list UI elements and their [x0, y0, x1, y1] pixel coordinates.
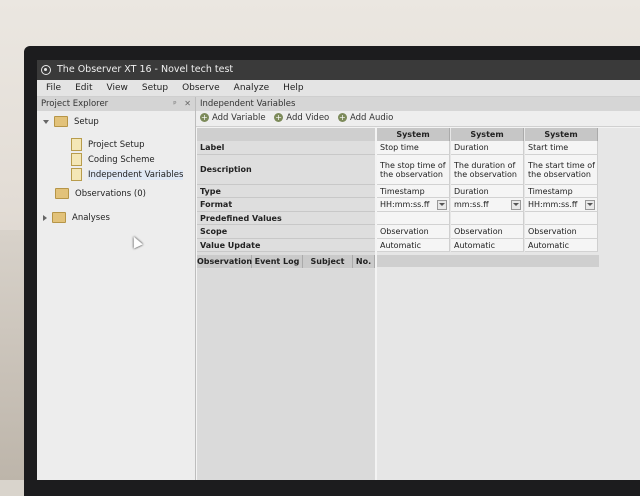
- document-icon: [71, 138, 82, 151]
- folder-icon: [55, 188, 69, 199]
- variable-header: System: [451, 128, 524, 141]
- app-eye-icon: [41, 65, 51, 75]
- add-audio-button[interactable]: Add Audio: [337, 110, 393, 126]
- variable-type-cell[interactable]: Timestamp: [525, 185, 598, 198]
- mouse-cursor-icon: [129, 234, 143, 249]
- app-window: The Observer XT 16 - Novel tech test Fil…: [37, 60, 640, 480]
- variable-predefined-cell[interactable]: [451, 212, 524, 225]
- column-no[interactable]: No.: [353, 255, 375, 268]
- variable-label-cell[interactable]: Start time: [525, 141, 598, 155]
- variable-scope-cell[interactable]: Observation: [377, 225, 450, 239]
- tree-item-coding-scheme[interactable]: Coding Scheme: [71, 153, 155, 167]
- variable-value-update-cell[interactable]: Automatic: [451, 239, 524, 252]
- property-column: Label Description Type Format Predefined…: [197, 128, 375, 480]
- variable-description-cell[interactable]: The stop time of the observation: [377, 155, 450, 185]
- property-description: Description: [197, 155, 375, 185]
- variable-format-dropdown[interactable]: mm:ss.ff: [451, 198, 524, 212]
- menu-setup[interactable]: Setup: [142, 83, 168, 93]
- property-value-update: Value Update: [197, 239, 375, 252]
- tree-item-independent-variables[interactable]: Independent Variables: [71, 168, 184, 182]
- close-icon[interactable]: ✕: [184, 99, 191, 108]
- variable-label-cell[interactable]: Duration: [451, 141, 524, 155]
- folder-icon: [52, 212, 66, 223]
- folder-icon: [54, 116, 68, 127]
- project-explorer-header: Project Explorer ᵖ ✕: [37, 97, 195, 111]
- variable-value-update-cell[interactable]: Automatic: [377, 239, 450, 252]
- variable-format-dropdown[interactable]: HH:mm:ss.ff: [377, 198, 450, 212]
- variable-column: System Duration The duration of the obse…: [451, 128, 524, 252]
- chevron-down-icon[interactable]: [437, 200, 447, 210]
- project-explorer-title: Project Explorer: [41, 99, 109, 109]
- menu-help[interactable]: Help: [283, 83, 304, 93]
- variable-type-cell[interactable]: Timestamp: [377, 185, 450, 198]
- collapse-arrow-icon[interactable]: [43, 214, 47, 221]
- property-format: Format: [197, 198, 375, 212]
- property-scope: Scope: [197, 225, 375, 239]
- variable-column: System Stop time The stop time of the ob…: [377, 128, 450, 252]
- variable-format-dropdown[interactable]: HH:mm:ss.ff: [525, 198, 598, 212]
- variable-description-cell[interactable]: The start time of the observation: [525, 155, 598, 185]
- property-type: Type: [197, 185, 375, 198]
- tree-item-project-setup[interactable]: Project Setup: [71, 138, 145, 152]
- observations-header: Observation Event Log Subject No.: [197, 255, 375, 268]
- observations-list[interactable]: [197, 269, 375, 480]
- property-label: Label: [197, 141, 375, 155]
- menu-file[interactable]: File: [46, 83, 61, 93]
- variable-header: System: [525, 128, 598, 141]
- menu-analyze[interactable]: Analyze: [234, 83, 269, 93]
- toolbar: Add Variable Add Video Add Audio: [196, 110, 640, 127]
- chevron-down-icon[interactable]: [585, 200, 595, 210]
- panel-title: Independent Variables: [196, 97, 640, 111]
- tree-item-analyses[interactable]: Analyses: [43, 211, 110, 225]
- variable-value-update-cell[interactable]: Automatic: [525, 239, 598, 252]
- menu-view[interactable]: View: [107, 83, 128, 93]
- variable-header: System: [377, 128, 450, 141]
- column-observation[interactable]: Observation: [197, 255, 252, 268]
- add-icon: [274, 110, 284, 125]
- project-explorer-panel: Project Explorer ᵖ ✕ Setup Project Setup…: [37, 97, 196, 480]
- menu-observe[interactable]: Observe: [182, 83, 220, 93]
- variable-predefined-cell[interactable]: [525, 212, 598, 225]
- menu-edit[interactable]: Edit: [75, 83, 92, 93]
- add-icon: [200, 110, 209, 125]
- add-video-button[interactable]: Add Video: [274, 110, 329, 126]
- property-predefined-values: Predefined Values: [197, 212, 375, 225]
- variable-predefined-cell[interactable]: [377, 212, 450, 225]
- variables-grid: Label Description Type Format Predefined…: [196, 128, 640, 480]
- independent-variables-panel: Independent Variables Add Variable Add V…: [196, 97, 640, 480]
- chevron-down-icon[interactable]: [511, 200, 521, 210]
- variable-column: System Start time The start time of the …: [525, 128, 598, 252]
- column-subject[interactable]: Subject: [303, 255, 353, 268]
- variable-type-cell[interactable]: Duration: [451, 185, 524, 198]
- pin-icon[interactable]: ᵖ: [173, 99, 176, 108]
- window-title: The Observer XT 16 - Novel tech test: [57, 64, 234, 75]
- add-icon: [337, 110, 347, 125]
- column-event-log[interactable]: Event Log: [252, 255, 303, 268]
- variable-description-cell[interactable]: The duration of the observation: [451, 155, 524, 185]
- tree-item-observations[interactable]: Observations (0): [55, 187, 146, 201]
- menu-bar: File Edit View Setup Observe Analyze Help: [37, 80, 640, 97]
- document-icon: [71, 153, 82, 166]
- document-icon: [71, 168, 82, 181]
- tree-item-setup[interactable]: Setup: [43, 115, 99, 129]
- variable-columns: System Stop time The stop time of the ob…: [377, 128, 640, 480]
- variable-label-cell[interactable]: Stop time: [377, 141, 450, 155]
- title-bar: The Observer XT 16 - Novel tech test: [37, 60, 640, 80]
- variable-scope-cell[interactable]: Observation: [451, 225, 524, 239]
- add-variable-button[interactable]: Add Variable: [200, 110, 266, 126]
- variable-scope-cell[interactable]: Observation: [525, 225, 598, 239]
- expand-arrow-icon[interactable]: [43, 119, 49, 124]
